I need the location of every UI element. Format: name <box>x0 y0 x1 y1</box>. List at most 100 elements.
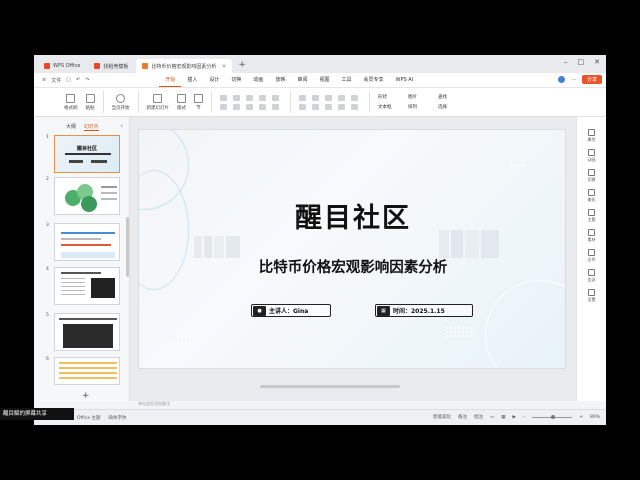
thumbnail-slide-4[interactable]: 4 <box>42 267 124 305</box>
sidebar-item-label: 动画 <box>587 157 596 162</box>
redo-icon[interactable]: ↷ <box>85 77 89 83</box>
sidebar-icon <box>588 189 595 196</box>
close-tab-icon[interactable]: × <box>221 63 226 70</box>
new-slide-button[interactable]: 新建幻灯片 <box>147 93 169 111</box>
ribbon-tab-10[interactable]: WPS AI <box>390 73 420 87</box>
slides-tab[interactable]: 幻灯片 <box>84 123 100 131</box>
section-button[interactable]: 节 <box>194 93 203 111</box>
zoom-slider[interactable] <box>532 414 573 419</box>
zoom-in-icon[interactable]: + <box>579 415 583 420</box>
insert-controls: 形状 图片 查找 文本框 排列 选择 <box>378 94 464 110</box>
sidebar-icon <box>588 249 595 256</box>
sidebar-icon <box>588 209 595 216</box>
shape-button[interactable]: 形状 <box>378 94 404 100</box>
ribbon-tab-0[interactable]: 开始 <box>159 73 182 87</box>
more-icon[interactable]: ··· <box>571 77 576 83</box>
sidebar-item-label: 切换 <box>587 177 596 182</box>
ribbon-tab-6[interactable]: 审阅 <box>291 73 313 87</box>
collapse-panel-icon[interactable]: ‹ <box>120 122 123 130</box>
find-button[interactable]: 查找 <box>438 94 464 100</box>
arrange-button[interactable]: 排列 <box>408 104 434 110</box>
zoom-out-icon[interactable]: – <box>523 415 525 420</box>
sidebar-item-label: 会议 <box>587 277 596 282</box>
ribbon-tabs: 开始 插入 设计 切换 动画 放映 审阅 视图 工具 会员专享 WPS AI <box>159 73 419 87</box>
close-window-icon[interactable]: ✕ <box>594 58 600 66</box>
sidebar-item-3[interactable]: 美化 <box>588 189 596 203</box>
textbox-button[interactable]: 文本框 <box>378 104 404 110</box>
thumbnail-slide-2[interactable]: 2 <box>42 177 124 215</box>
start-slideshow-button[interactable]: 当页开始 <box>112 93 130 111</box>
current-slide[interactable]: 醒目社区 比特币价格宏观影响因素分析 ● 主讲人：Gina ▦ 时间：2025.… <box>138 129 566 369</box>
right-sidebar: 属性动画切换美化主题素材文件会议设置 <box>576 117 606 401</box>
ribbon-tab-8[interactable]: 工具 <box>335 73 357 87</box>
maximize-icon[interactable]: □ <box>578 58 585 66</box>
thumbnail-slide-6[interactable]: 6 <box>42 357 124 395</box>
ribbon-tab-7[interactable]: 视图 <box>313 73 335 87</box>
sidebar-item-4[interactable]: 主题 <box>588 209 596 223</box>
ribbon-tab-9[interactable]: 会员专享 <box>358 73 390 87</box>
layout-button[interactable]: 版式 <box>177 93 186 111</box>
thumbnail-slide-3[interactable]: 3 <box>42 223 124 261</box>
user-avatar[interactable] <box>558 76 566 83</box>
share-button[interactable]: 分享 <box>581 75 602 84</box>
sidebar-item-label: 素材 <box>587 237 596 242</box>
thumbnail-scrollbar[interactable] <box>126 217 129 277</box>
slide-title[interactable]: 醒目社区 <box>139 196 565 235</box>
notes-area[interactable]: 单击此处添加备注 <box>130 401 576 409</box>
smart-beautify-button[interactable]: 智能美化 <box>433 414 451 420</box>
tab-template[interactable]: 找稻壳模板 <box>88 59 134 73</box>
view-grid-icon[interactable]: ▦ <box>501 415 505 420</box>
ribbon-tab-3[interactable]: 切换 <box>225 73 247 87</box>
minimize-icon[interactable]: – <box>564 58 568 66</box>
ppt-icon <box>142 63 149 69</box>
slide-thumbnail: 醒目社区 <box>54 135 120 173</box>
slide-subtitle[interactable]: 比特币价格宏观影响因素分析 <box>139 256 565 277</box>
ribbon-tab-2[interactable]: 设计 <box>203 73 225 87</box>
sidebar-item-7[interactable]: 会议 <box>588 269 596 283</box>
presenter-box[interactable]: ● 主讲人：Gina <box>251 304 331 317</box>
sidebar-item-label: 文件 <box>587 257 596 262</box>
thumbnail-slide-5[interactable]: 5 <box>42 313 124 351</box>
sidebar-icon <box>588 269 595 276</box>
paste-button[interactable]: 粘贴 <box>85 93 95 111</box>
sidebar-item-2[interactable]: 切换 <box>588 169 596 183</box>
horizontal-scrollbar[interactable] <box>260 385 400 388</box>
status-bar: 1 / 34 Office 主题 缺失字体 智能美化 备注 批注 ▭ ▦ ▶ –… <box>34 409 606 425</box>
thumbnail-slide-1[interactable]: 1 醒目社区 <box>42 135 124 173</box>
zoom-level[interactable]: 89% <box>590 415 600 420</box>
add-tab-icon[interactable]: + <box>234 59 250 73</box>
add-slide-icon[interactable]: + <box>82 391 90 401</box>
picture-button[interactable]: 图片 <box>408 94 434 100</box>
sidebar-item-0[interactable]: 属性 <box>588 129 596 143</box>
undo-icon[interactable]: ↶ <box>76 77 80 83</box>
save-icon[interactable]: ▢ <box>66 77 71 83</box>
select-button[interactable]: 选择 <box>438 104 464 110</box>
tab-document[interactable]: 比特币价格宏观影响因素分析 × <box>136 59 233 73</box>
view-normal-icon[interactable]: ▭ <box>490 415 494 420</box>
format-painter-button[interactable]: 格式刷 <box>64 93 78 111</box>
decorative-ring <box>485 280 565 368</box>
file-menu[interactable]: 文件 <box>51 77 61 84</box>
missing-font-warning[interactable]: 缺失字体 <box>109 415 127 421</box>
sidebar-item-8[interactable]: 设置 <box>588 289 596 303</box>
notes-toggle[interactable]: 备注 <box>458 414 467 420</box>
paragraph-controls[interactable] <box>299 94 361 110</box>
outline-tab[interactable]: 大纲 <box>66 123 76 131</box>
font-format-controls[interactable] <box>220 94 282 110</box>
play-icon[interactable]: ▶ <box>512 415 515 420</box>
menu-icon[interactable]: ≡ <box>42 77 46 83</box>
sidebar-item-6[interactable]: 文件 <box>588 249 596 263</box>
ribbon-tab-1[interactable]: 插入 <box>181 73 203 87</box>
comments-toggle[interactable]: 批注 <box>474 414 483 420</box>
theme-name[interactable]: Office 主题 <box>77 415 101 421</box>
tab-label: WPS Office <box>53 63 81 69</box>
calendar-icon: ▦ <box>377 305 390 316</box>
date-box[interactable]: ▦ 时间：2025.1.15 <box>375 304 473 317</box>
tab-wps-office[interactable]: WPS Office <box>38 59 86 73</box>
status-controls: 智能美化 备注 批注 ▭ ▦ ▶ – + 89% <box>433 414 600 420</box>
ribbon-tab-4[interactable]: 动画 <box>247 73 269 87</box>
sidebar-item-5[interactable]: 素材 <box>588 229 596 243</box>
slide-thumbnail-panel: 大纲 幻灯片 ‹ 1 醒目社区 2 3 4 5 6 + <box>34 117 130 401</box>
ribbon-tab-5[interactable]: 放映 <box>269 73 291 87</box>
sidebar-item-1[interactable]: 动画 <box>588 149 596 163</box>
